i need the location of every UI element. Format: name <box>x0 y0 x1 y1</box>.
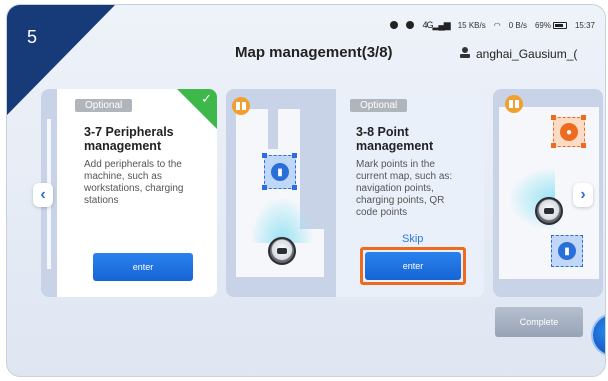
status-bar: 4G▂▄▆ 15 KB/s ◠ 0 B/s 69% 15:37 <box>390 17 595 33</box>
card-title-line: management <box>84 139 162 153</box>
enter-button[interactable]: enter <box>365 252 461 280</box>
guide-book-icon[interactable] <box>232 97 250 115</box>
skip-link[interactable]: Skip <box>402 233 423 245</box>
card-description: Add peripherals to the machine, such as … <box>84 159 184 207</box>
desc-line: workstations, charging <box>84 183 184 194</box>
complete-button[interactable]: Complete <box>495 307 583 337</box>
user-name: anghai_Gausium_( <box>476 46 578 61</box>
net-speed-2: 0 B/s <box>508 20 527 30</box>
next-arrow-button[interactable]: › <box>573 183 593 207</box>
desc-line: navigation points, <box>356 183 434 194</box>
location-pin-icon: ● <box>560 123 578 141</box>
desc-line: machine, such as <box>84 171 162 182</box>
card-title-line: 3-8 Point <box>356 125 409 139</box>
optional-tag: Optional <box>75 99 133 112</box>
desc-line: current map, such as: <box>356 171 453 182</box>
signal-label: 4G <box>422 19 433 30</box>
robot-user-icon <box>459 46 471 61</box>
optional-tag: Optional <box>350 99 408 112</box>
notification-icon <box>390 21 399 29</box>
previous-arrow-button[interactable]: ‹ <box>33 183 53 207</box>
desc-line: Add peripherals to the <box>84 159 182 170</box>
floating-menu-button[interactable] <box>591 313 605 357</box>
card-title: 3-8 Point management <box>356 125 433 153</box>
card-title-line: management <box>356 139 434 153</box>
user-account[interactable]: anghai_Gausium_( <box>459 46 577 61</box>
app-frame: 5 4G▂▄▆ 15 KB/s ◠ 0 B/s 69% 15:37 Map ma… <box>6 4 606 377</box>
clock: 15:37 <box>574 20 595 30</box>
desc-line: charging points, QR <box>356 195 445 206</box>
card-point-management: ▮ Optional 3-8 Point management Mark poi… <box>226 89 484 297</box>
charging-point-icon: ▮ <box>558 242 576 260</box>
charging-point-icon: ▮ <box>271 163 289 181</box>
enter-button[interactable]: enter <box>93 253 193 281</box>
notification-icon <box>406 21 415 29</box>
robot-icon <box>268 237 296 265</box>
map-preview: ▮ <box>226 89 336 297</box>
desc-line: Mark points in the <box>356 159 435 170</box>
wifi-icon: ◠ <box>493 20 501 30</box>
page-title: Map management(3/8) <box>235 44 393 61</box>
desc-line: code points <box>356 207 408 218</box>
step-number: 5 <box>27 27 38 47</box>
net-speed-1: 15 KB/s <box>457 20 486 30</box>
cellular-signal-icon: 4G▂▄▆ <box>422 19 450 30</box>
battery-percent: 69% <box>534 20 551 30</box>
battery-icon <box>552 21 567 29</box>
card-peripherals-management: Optional ✓ 3-7 Peripherals management Ad… <box>41 89 217 297</box>
card-title-line: 3-7 Peripherals <box>84 125 174 139</box>
card-title: 3-7 Peripherals management <box>84 125 174 153</box>
card-description: Mark points in the current map, such as:… <box>356 159 452 219</box>
robot-icon <box>535 197 563 225</box>
desc-line: stations <box>84 195 119 206</box>
guide-book-icon[interactable] <box>505 95 523 113</box>
battery-indicator: 69% <box>535 21 567 30</box>
checkmark-icon: ✓ <box>201 91 212 106</box>
